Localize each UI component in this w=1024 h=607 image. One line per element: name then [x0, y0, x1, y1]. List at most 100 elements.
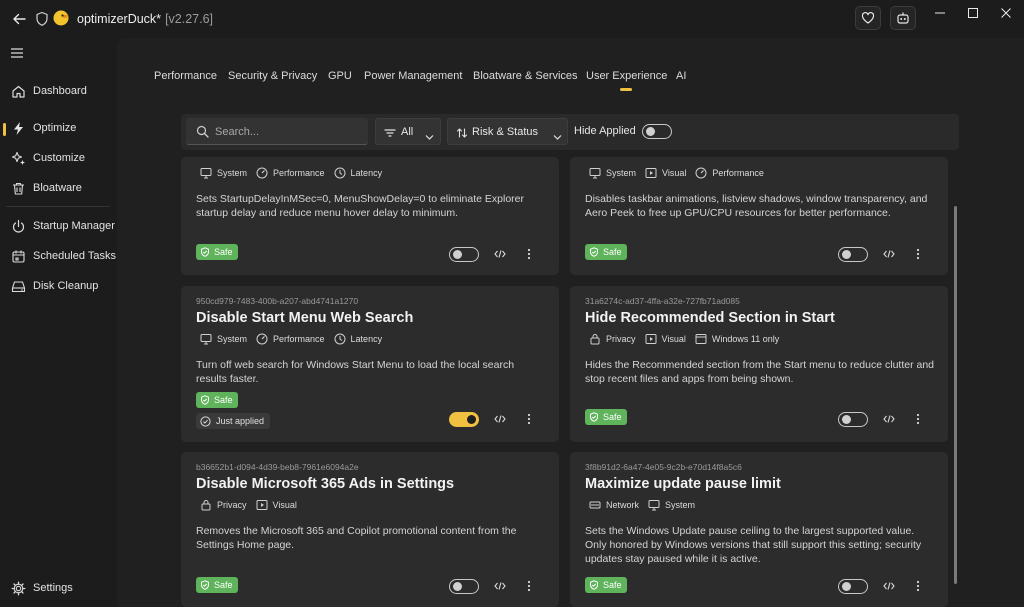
minimize-icon [935, 12, 945, 14]
sparkle-icon [11, 151, 26, 166]
shield-icon [35, 11, 49, 27]
app-version: [v2.27.6] [165, 12, 214, 26]
tag-performance: Performance [256, 166, 325, 180]
close-button[interactable] [992, 3, 1020, 23]
safety-badge: Safe [196, 392, 238, 408]
sidebar-item-settings[interactable]: Settings [0, 575, 116, 603]
tab-power-management[interactable]: Power Management [364, 70, 462, 82]
safety-badge: Safe [585, 577, 627, 593]
monitor-icon [648, 500, 660, 511]
tab-gpu[interactable]: GPU [328, 70, 352, 82]
tag-list: System Performance Latency [200, 332, 382, 346]
sidebar-divider [6, 206, 110, 207]
view-code-button[interactable] [492, 579, 508, 593]
tweak-toggle[interactable] [838, 247, 868, 262]
status-badge: Just applied [196, 413, 271, 429]
tag-list: Network System [589, 498, 695, 512]
code-icon [494, 415, 506, 423]
tweak-toggle[interactable] [449, 579, 479, 594]
view-code-button[interactable] [881, 579, 897, 593]
tweak-description: Turn off web search for Windows Start Me… [196, 359, 515, 385]
view-code-button[interactable] [881, 412, 897, 426]
tag-network: Network [589, 498, 639, 512]
tag-list: Privacy Visual Windows 11 only [589, 332, 779, 346]
safety-label: Safe [603, 247, 622, 257]
safety-badge: Safe [196, 577, 238, 593]
tweak-toggle[interactable] [449, 247, 479, 262]
sidebar-item-customize[interactable]: Customize [0, 145, 116, 173]
tag-label: System [606, 168, 637, 178]
sidebar-item-label: Bloatware [33, 182, 82, 194]
tweak-description: Hides the Recommended section from the S… [585, 359, 935, 385]
safety-label: Safe [603, 412, 622, 422]
vertical-scrollbar[interactable] [954, 206, 957, 584]
tag-label: Visual [662, 168, 687, 178]
sidebar-item-label: Disk Cleanup [33, 280, 99, 292]
tag-list: System Performance Latency [200, 166, 382, 180]
tag-list: Privacy Visual [200, 498, 297, 512]
play-icon [645, 168, 657, 178]
more-options-button[interactable] [521, 579, 537, 593]
more-options-button[interactable] [521, 412, 537, 426]
search-input[interactable] [215, 123, 363, 140]
more-options-button[interactable] [910, 412, 926, 426]
tweak-toggle[interactable] [838, 412, 868, 427]
sidebar-item-disk-cleanup[interactable]: Disk Cleanup [0, 273, 116, 301]
sort-dropdown[interactable]: Risk & Status [447, 118, 568, 145]
toggle-knob [453, 582, 462, 591]
check-circle-icon [200, 415, 211, 427]
tab-user-experience[interactable]: User Experience [586, 70, 667, 91]
filter-value: All [401, 126, 414, 138]
sidebar-item-dashboard[interactable]: Dashboard [0, 78, 116, 106]
sidebar-item-bloatware[interactable]: Bloatware [0, 175, 116, 203]
safety-label: Safe [214, 580, 233, 590]
toggle-knob [467, 415, 476, 424]
app-title: optimizerDuck* [v2.27.6] [77, 12, 213, 26]
sidebar-item-label: Optimize [33, 122, 77, 134]
tab-security-privacy[interactable]: Security & Privacy [228, 70, 317, 82]
tag-privacy: Privacy [589, 332, 636, 346]
sidebar-item-scheduled-tasks[interactable]: Scheduled Tasks [0, 243, 116, 271]
tag-privacy: Privacy [200, 498, 247, 512]
sidebar-item-label: Startup Manager [33, 220, 115, 232]
play-icon [256, 500, 268, 510]
view-code-button[interactable] [492, 247, 508, 261]
tweak-description: Disables taskbar animations, listview sh… [585, 193, 928, 219]
filter-toolbar: All Risk & Status Hide Applied [181, 114, 959, 150]
sidebar-item-optimize[interactable]: Optimize [0, 115, 116, 143]
tag-label: System [665, 500, 696, 510]
sidebar-item-startup-manager[interactable]: Startup Manager [0, 213, 116, 241]
power-icon [11, 219, 26, 234]
assistant-button[interactable] [890, 6, 916, 30]
minimize-button[interactable] [926, 3, 954, 23]
filter-dropdown[interactable]: All [375, 118, 441, 145]
maximize-icon [968, 8, 978, 18]
view-code-button[interactable] [881, 247, 897, 261]
more-vertical-icon [527, 580, 531, 592]
shield-check-icon [590, 247, 598, 257]
maximize-button[interactable] [959, 3, 987, 23]
tag-latency: Latency [334, 332, 382, 346]
clock-icon [334, 167, 346, 179]
tweak-toggle[interactable] [449, 412, 479, 427]
more-options-button[interactable] [910, 247, 926, 261]
hamburger-menu-icon[interactable] [10, 46, 26, 60]
shield-check-icon [201, 395, 209, 405]
tweak-card: System Performance Latency Sets StartupD… [181, 157, 559, 275]
chevron-down-icon [425, 128, 434, 140]
tab-performance[interactable]: Performance [154, 70, 217, 82]
sidebar-item-label: Scheduled Tasks [33, 250, 116, 262]
more-options-button[interactable] [521, 247, 537, 261]
back-arrow-icon[interactable] [10, 10, 28, 28]
gauge-icon [256, 333, 268, 345]
tab-bloatware-services[interactable]: Bloatware & Services [473, 70, 578, 82]
sidebar-item-label: Dashboard [33, 85, 87, 97]
tweak-description: Removes the Microsoft 365 and Copilot pr… [196, 525, 517, 551]
more-options-button[interactable] [910, 579, 926, 593]
tweak-toggle[interactable] [838, 579, 868, 594]
hide-applied-toggle[interactable] [642, 124, 672, 139]
view-code-button[interactable] [492, 412, 508, 426]
tab-ai[interactable]: AI [676, 70, 686, 82]
favorite-button[interactable] [855, 6, 881, 30]
more-vertical-icon [916, 248, 920, 260]
